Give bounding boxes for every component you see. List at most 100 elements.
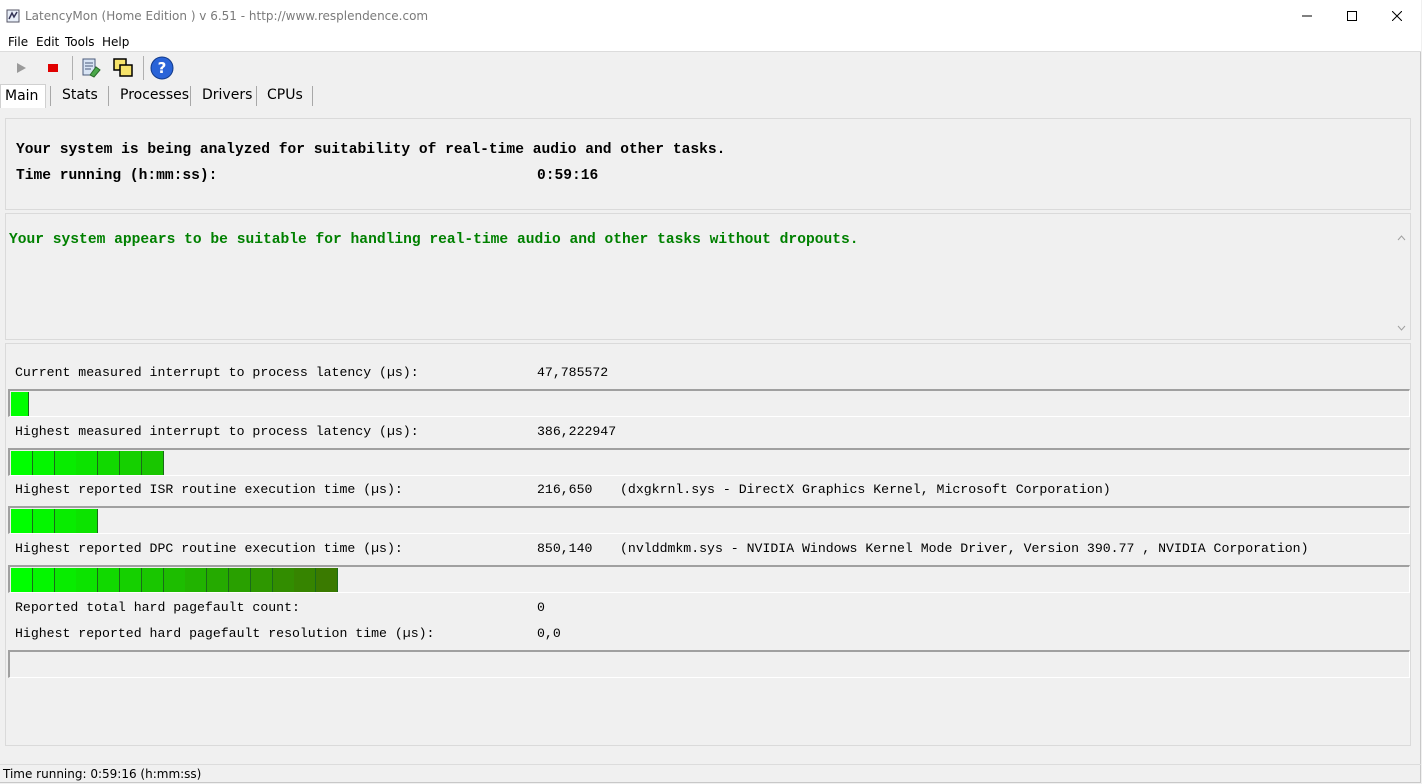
app-icon [6,9,20,23]
menu-bar: File Edit Tools Help [0,32,1421,52]
isr-time-bar [8,506,1410,534]
bar-segment [11,509,33,533]
isr-time-bar-fill [11,509,98,533]
minimize-icon [1302,15,1312,17]
metric-detail-isr-driver: (dxgkrnl.sys - DirectX Graphics Kernel, … [620,482,1111,497]
tab-stats[interactable]: Stats [58,84,102,108]
tab-separator [312,86,313,106]
help-button[interactable]: ? [149,55,175,81]
current-latency-bar-fill [11,392,29,416]
maximize-button[interactable] [1329,0,1375,32]
scroll-down-icon[interactable] [1393,322,1410,334]
start-button[interactable] [8,55,34,81]
bar-segment [11,451,33,475]
scroll-up-icon[interactable] [1393,232,1410,244]
toolbar-separator [143,56,144,80]
metric-label-dpc-time: Highest reported DPC routine execution t… [15,541,403,556]
tab-drivers[interactable]: Drivers [198,84,256,108]
minimize-button[interactable] [1284,0,1330,32]
bar-segment [251,568,273,592]
time-running-label: Time running (h:mm:ss): [16,168,218,184]
bar-segment [294,568,316,592]
time-running-value: 0:59:16 [537,168,599,184]
tab-main[interactable]: Main [0,84,46,108]
stop-button[interactable] [40,55,66,81]
metric-value-highest-latency: 386,222947 [537,424,617,439]
menu-edit[interactable]: Edit [36,35,59,49]
highest-latency-bar-fill [11,451,164,475]
maximize-icon [1347,11,1357,21]
menu-tools[interactable]: Tools [65,35,95,49]
windows-icon [113,58,133,77]
title-bar[interactable]: LatencyMon (Home Edition ) v 6.51 - http… [0,0,1421,32]
help-icon: ? [150,56,174,80]
dpc-time-bar [8,565,1410,593]
tab-separator [190,86,191,106]
tab-separator [256,86,257,106]
bar-segment [273,568,295,592]
current-latency-bar [8,389,1410,417]
bar-segment [76,568,98,592]
close-button[interactable] [1374,0,1420,32]
tab-separator [50,86,51,106]
app-window: LatencyMon (Home Edition ) v 6.51 - http… [0,0,1421,783]
pagefault-time-label: Highest reported hard pagefault resoluti… [15,626,435,641]
summary-panel: Your system is being analyzed for suitab… [5,118,1411,210]
bar-segment [229,568,251,592]
close-icon [1392,11,1402,21]
stop-icon [48,64,58,72]
bar-segment [11,392,29,416]
metric-value-current-latency: 47,785572 [537,365,609,380]
bar-segment [76,451,98,475]
metric-value-dpc-time: 850,140 [537,541,593,556]
metric-detail-dpc-driver: (nvlddmkm.sys - NVIDIA Windows Kernel Mo… [620,541,1309,556]
pagefault-time-bar [8,650,1410,678]
metric-label-current-latency: Current measured interrupt to process la… [15,365,419,380]
bar-segment [207,568,229,592]
toolbar-separator [72,56,73,80]
pagefault-count-value: 0 [537,600,545,615]
bar-segment [164,568,186,592]
bar-segment [33,509,55,533]
pagefault-count-label: Reported total hard pagefault count: [15,600,300,615]
bar-segment [142,451,164,475]
bar-segment [11,568,33,592]
menu-file[interactable]: File [8,35,28,49]
bar-segment [98,451,120,475]
menu-help[interactable]: Help [102,35,129,49]
bar-segment [120,451,142,475]
bar-segment [98,568,120,592]
report-button[interactable] [78,55,104,81]
bar-segment [142,568,164,592]
bar-segment [76,509,98,533]
pagefault-time-value: 0,0 [537,626,561,641]
bar-segment [55,568,77,592]
bar-segment [316,568,338,592]
highest-latency-bar [8,448,1410,476]
verdict-text: Your system appears to be suitable for h… [9,232,859,248]
toolbar: ? [0,53,1421,83]
status-text: Time running: 0:59:16 (h:mm:ss) [3,767,202,781]
metric-label-highest-latency: Highest measured interrupt to process la… [15,424,419,439]
metrics-panel: Current measured interrupt to process la… [5,343,1411,746]
svg-text:?: ? [158,59,167,77]
status-bar: Time running: 0:59:16 (h:mm:ss) [0,764,1421,783]
verdict-scrollbar[interactable] [1393,230,1410,340]
play-icon [17,63,26,73]
bar-segment [55,509,77,533]
window-title: LatencyMon (Home Edition ) v 6.51 - http… [25,9,429,23]
windows-button[interactable] [110,55,136,81]
bar-segment [120,568,142,592]
bar-segment [33,451,55,475]
bar-segment [55,451,77,475]
verdict-panel[interactable]: Your system appears to be suitable for h… [5,213,1411,340]
dpc-time-bar-fill [11,568,338,592]
report-icon [82,58,101,78]
bar-segment [185,568,207,592]
tab-separator [108,86,109,106]
metric-value-isr-time: 216,650 [537,482,593,497]
bar-segment [33,568,55,592]
tab-processes[interactable]: Processes [116,84,193,108]
tab-cpus[interactable]: CPUs [263,84,307,108]
metric-label-isr-time: Highest reported ISR routine execution t… [15,482,403,497]
